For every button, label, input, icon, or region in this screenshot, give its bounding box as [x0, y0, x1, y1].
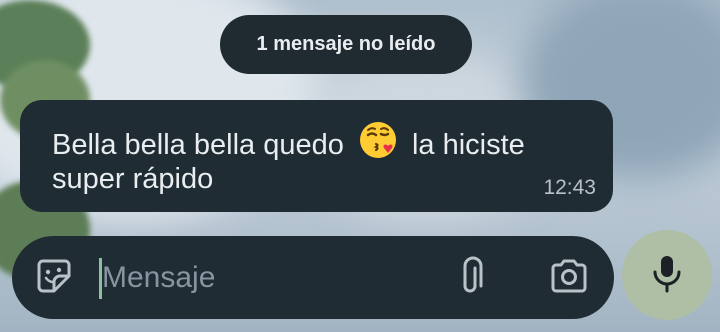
attach-button[interactable] [452, 256, 496, 300]
camera-button[interactable] [547, 256, 591, 300]
voice-message-button[interactable] [622, 230, 712, 320]
sticker-icon [35, 257, 73, 300]
camera-icon [549, 258, 589, 299]
paperclip-icon [459, 256, 489, 301]
received-message-bubble[interactable]: Bella bella bella quedo la hiciste super… [20, 100, 613, 212]
unread-messages-banner: 1 mensaje no leído [220, 15, 472, 74]
message-text-part-1: Bella bella bella quedo [52, 129, 344, 161]
message-line-1: Bella bella bella quedo la hiciste [52, 120, 525, 168]
message-input[interactable] [102, 256, 442, 300]
kissing-face-heart-icon [358, 120, 398, 168]
message-line-2: super rápido [52, 163, 214, 195]
sticker-button[interactable] [32, 256, 76, 300]
message-text-part-2: la hiciste [411, 129, 525, 161]
microphone-icon [650, 253, 684, 298]
message-composer [12, 236, 614, 319]
message-timestamp: 12:43 [543, 176, 596, 199]
unread-banner-label: 1 mensaje no leído [256, 33, 436, 55]
